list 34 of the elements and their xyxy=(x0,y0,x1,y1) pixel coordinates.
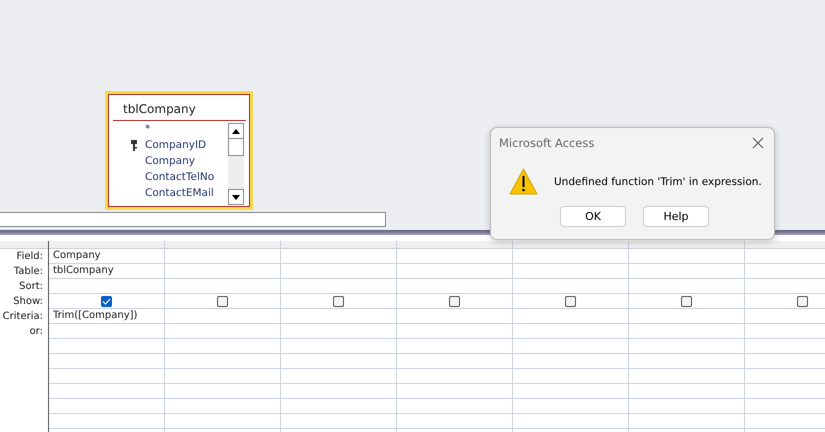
show-checkbox[interactable] xyxy=(681,296,692,306)
warning-icon xyxy=(509,168,538,195)
show-checkbox[interactable] xyxy=(449,296,460,306)
close-icon[interactable] xyxy=(752,137,764,149)
dialog-title: Microsoft Access xyxy=(499,136,594,150)
field-name[interactable]: * xyxy=(145,123,150,135)
show-checkbox[interactable] xyxy=(217,296,228,306)
show-checkbox[interactable] xyxy=(333,296,344,306)
row-label: Table: xyxy=(12,265,44,279)
cell-text[interactable]: Company xyxy=(53,250,101,261)
scroll-up-icon[interactable] xyxy=(228,123,244,139)
field-name[interactable]: ContactEMail xyxy=(145,187,214,199)
show-checkbox[interactable] xyxy=(797,296,808,306)
field-name[interactable]: CompanyID xyxy=(145,139,206,151)
grid-corner xyxy=(0,241,48,249)
dialog-button[interactable]: Help xyxy=(643,206,709,227)
scrollbar[interactable] xyxy=(228,121,244,205)
scroll-down-icon[interactable] xyxy=(228,189,244,205)
row-label: Show: xyxy=(12,295,44,309)
row-label: or: xyxy=(28,325,44,339)
field-name[interactable]: ContactTelNo xyxy=(145,171,214,183)
row-label: Field: xyxy=(16,250,44,264)
horizontal-scrollbar[interactable] xyxy=(0,212,386,227)
field-name[interactable]: Company xyxy=(145,155,195,167)
dialog-message: Undefined function 'Trim' in expression. xyxy=(554,176,762,188)
show-checkbox[interactable] xyxy=(565,296,576,306)
row-label: Sort: xyxy=(18,280,44,294)
row-label: Criteria: xyxy=(2,310,44,324)
cell-text[interactable]: Trim([Company]) xyxy=(53,310,138,321)
scroll-thumb[interactable] xyxy=(228,139,244,156)
table-title: tblCompany xyxy=(113,98,246,121)
dialog-button[interactable]: OK xyxy=(560,206,626,227)
show-checkbox[interactable] xyxy=(101,296,112,306)
cell-text[interactable]: tblCompany xyxy=(53,265,114,276)
